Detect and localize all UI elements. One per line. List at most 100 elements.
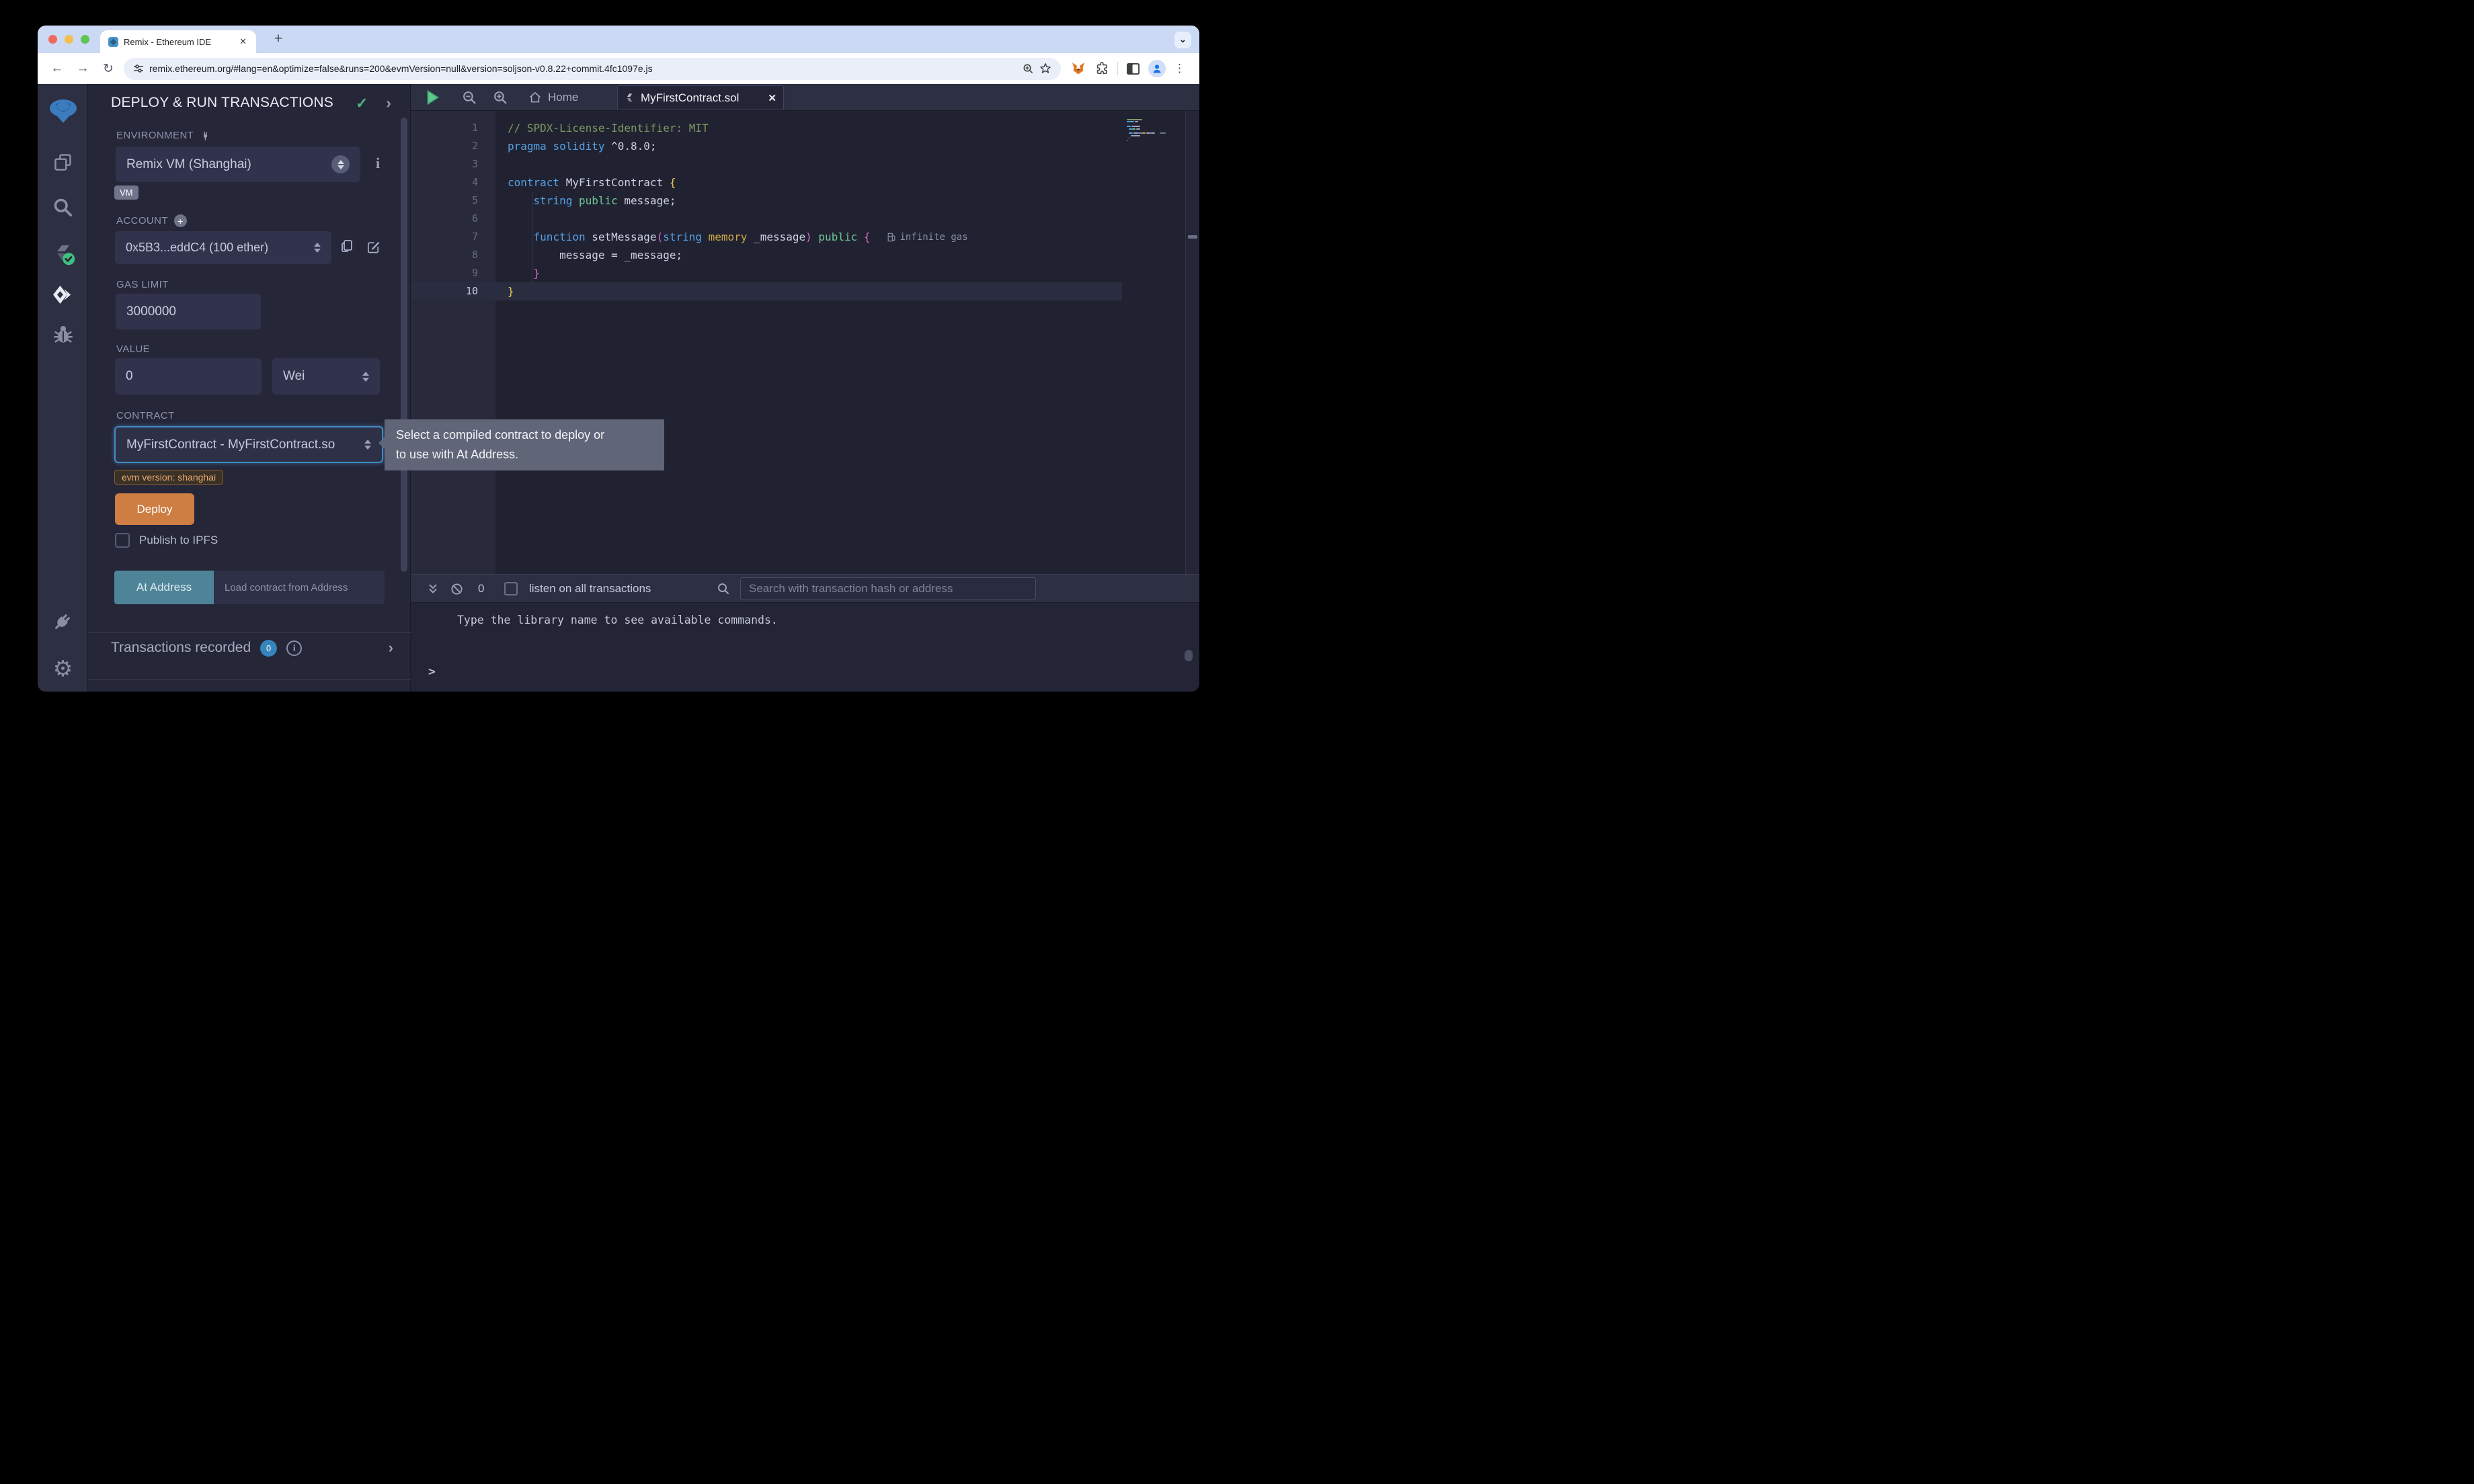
browser-toolbar: ← → ↻ remix.ethereum.org/#lang=en&optimi… [38,53,1199,84]
browser-tab[interactable]: Remix - Ethereum IDE ✕ [100,30,256,53]
terminal-scrollbar-thumb[interactable] [1185,650,1193,661]
code-line[interactable]: } [495,282,1122,300]
extensions-puzzle-icon[interactable] [1094,61,1109,76]
zoom-page-icon[interactable] [1023,63,1034,75]
copy-account-icon[interactable] [340,239,354,255]
panel-divider [88,632,411,633]
publish-ipfs-checkbox[interactable] [115,533,130,548]
profile-avatar[interactable] [1148,60,1166,77]
file-explorer-icon[interactable] [38,151,88,173]
zoom-window-button[interactable] [81,35,89,44]
code-line[interactable]: } [495,264,1122,282]
at-address-button[interactable]: At Address [114,571,214,604]
line-number: 6 [411,210,495,228]
zoom-out-icon[interactable] [462,84,477,111]
editor-area: Home MyFirstContract.sol ✕ 12345678910 /… [411,84,1199,692]
tab-myfirstcontract[interactable]: MyFirstContract.sol ✕ [617,85,784,110]
site-settings-icon[interactable] [133,63,144,74]
url-text: remix.ethereum.org/#lang=en&optimize=fal… [149,63,1017,74]
select-stepper-icon [362,372,369,382]
solidity-compiler-icon[interactable] [38,241,88,265]
plugin-manager-icon[interactable] [38,610,88,633]
select-stepper-icon [364,440,371,450]
code-line[interactable]: pragma solidity ^0.8.0; [495,137,1122,155]
tab-close-icon[interactable]: ✕ [238,36,248,47]
terminal-output[interactable]: Type the library name to see available c… [411,603,1199,692]
transactions-count-badge: 0 [260,640,277,657]
terminal-prompt[interactable]: > [428,665,436,679]
contract-select[interactable]: MyFirstContract - MyFirstContract.so [114,426,383,463]
editor-scrollbar-thumb[interactable] [1188,235,1197,239]
remix-logo-icon[interactable] [38,95,88,127]
line-number: 7 [411,228,495,246]
code-line[interactable] [495,210,1122,228]
terminal-search-icon [717,575,730,603]
value-field[interactable] [115,358,262,395]
editor-minimap[interactable] [1122,111,1185,574]
panel-expand-chevron-icon[interactable]: › [386,94,391,113]
search-icon[interactable] [38,196,88,218]
listen-transactions-checkbox[interactable] [504,582,518,595]
contract-select-tooltip: Select a compiled contract to deploy or … [385,419,664,470]
code-line[interactable]: string public message; [495,192,1122,210]
gas-limit-label: GAS LIMIT [116,279,169,290]
code-line[interactable]: function setMessage(string memory _messa… [495,228,1122,246]
code-line[interactable] [495,155,1122,173]
address-bar[interactable]: remix.ethereum.org/#lang=en&optimize=fal… [124,58,1061,80]
gas-limit-field[interactable] [116,294,261,329]
close-window-button[interactable] [48,35,57,44]
editor-scrollbar[interactable] [1185,111,1199,574]
transactions-expand-chevron-icon[interactable]: › [389,639,393,657]
gas-limit-input[interactable] [126,304,250,319]
select-stepper-icon [314,243,321,253]
line-number: 4 [411,173,495,192]
editor-code[interactable]: // SPDX-License-Identifier: MITpragma so… [495,111,1122,574]
terminal-search-input[interactable] [740,577,1036,600]
contract-label: CONTRACT [116,410,175,421]
edit-account-icon[interactable] [366,239,381,255]
tab-home[interactable]: Home [522,84,585,111]
new-tab-button[interactable]: + [270,31,287,47]
code-line[interactable]: // SPDX-License-Identifier: MIT [495,119,1122,137]
reload-button[interactable]: ↻ [98,61,118,77]
deploy-button[interactable]: Deploy [115,493,194,525]
tab-search-button[interactable]: ⌄ [1174,32,1191,48]
minimize-window-button[interactable] [65,35,73,44]
deploy-and-run-icon[interactable] [38,284,88,308]
add-account-icon[interactable]: + [174,214,187,227]
listen-transactions-label: listen on all transactions [529,575,651,603]
clear-console-icon[interactable] [450,575,463,603]
debugger-icon[interactable] [38,323,88,345]
tab-title: Remix - Ethereum IDE [124,37,238,47]
deploy-run-panel: DEPLOY & RUN TRANSACTIONS ✓ › ENVIRONMEN… [88,84,411,692]
load-contract-address-input[interactable] [214,571,385,604]
panel-scrollbar[interactable] [401,118,407,572]
bookmark-star-icon[interactable] [1039,63,1051,75]
account-select[interactable]: 0x5B3...eddC4 (100 ether) [115,231,331,264]
forward-button[interactable]: → [73,61,93,76]
code-line[interactable]: contract MyFirstContract { [495,173,1122,192]
close-tab-icon[interactable]: ✕ [768,92,776,104]
terminal-header: 0 listen on all transactions [411,575,1199,603]
evm-version-badge: evm version: shanghai [114,470,223,485]
collapse-terminal-icon[interactable] [427,575,439,603]
side-panel-icon[interactable] [1126,63,1140,75]
solidity-file-icon [625,92,635,104]
environment-info-icon[interactable]: i [376,155,380,172]
back-button[interactable]: ← [47,61,67,76]
value-input[interactable] [126,369,251,384]
code-line[interactable]: message = _message; [495,246,1122,264]
infinite-gas-annotation: infinite gas [887,233,968,243]
metamask-icon[interactable] [1070,60,1086,77]
settings-gear-icon[interactable]: ⚙ [38,655,88,682]
value-unit-select[interactable]: Wei [272,358,380,395]
environment-select[interactable]: Remix VM (Shanghai) [116,147,360,182]
code-editor[interactable]: 12345678910 // SPDX-License-Identifier: … [411,111,1199,574]
browser-menu-icon[interactable]: ⋮ [1174,62,1183,75]
vm-badge: VM [114,186,138,200]
transactions-info-icon[interactable]: i [286,641,302,656]
zoom-in-icon[interactable] [493,84,508,111]
line-number: 8 [411,246,495,264]
transactions-recorded-label: Transactions recorded [111,640,251,656]
run-script-button[interactable] [426,84,440,111]
